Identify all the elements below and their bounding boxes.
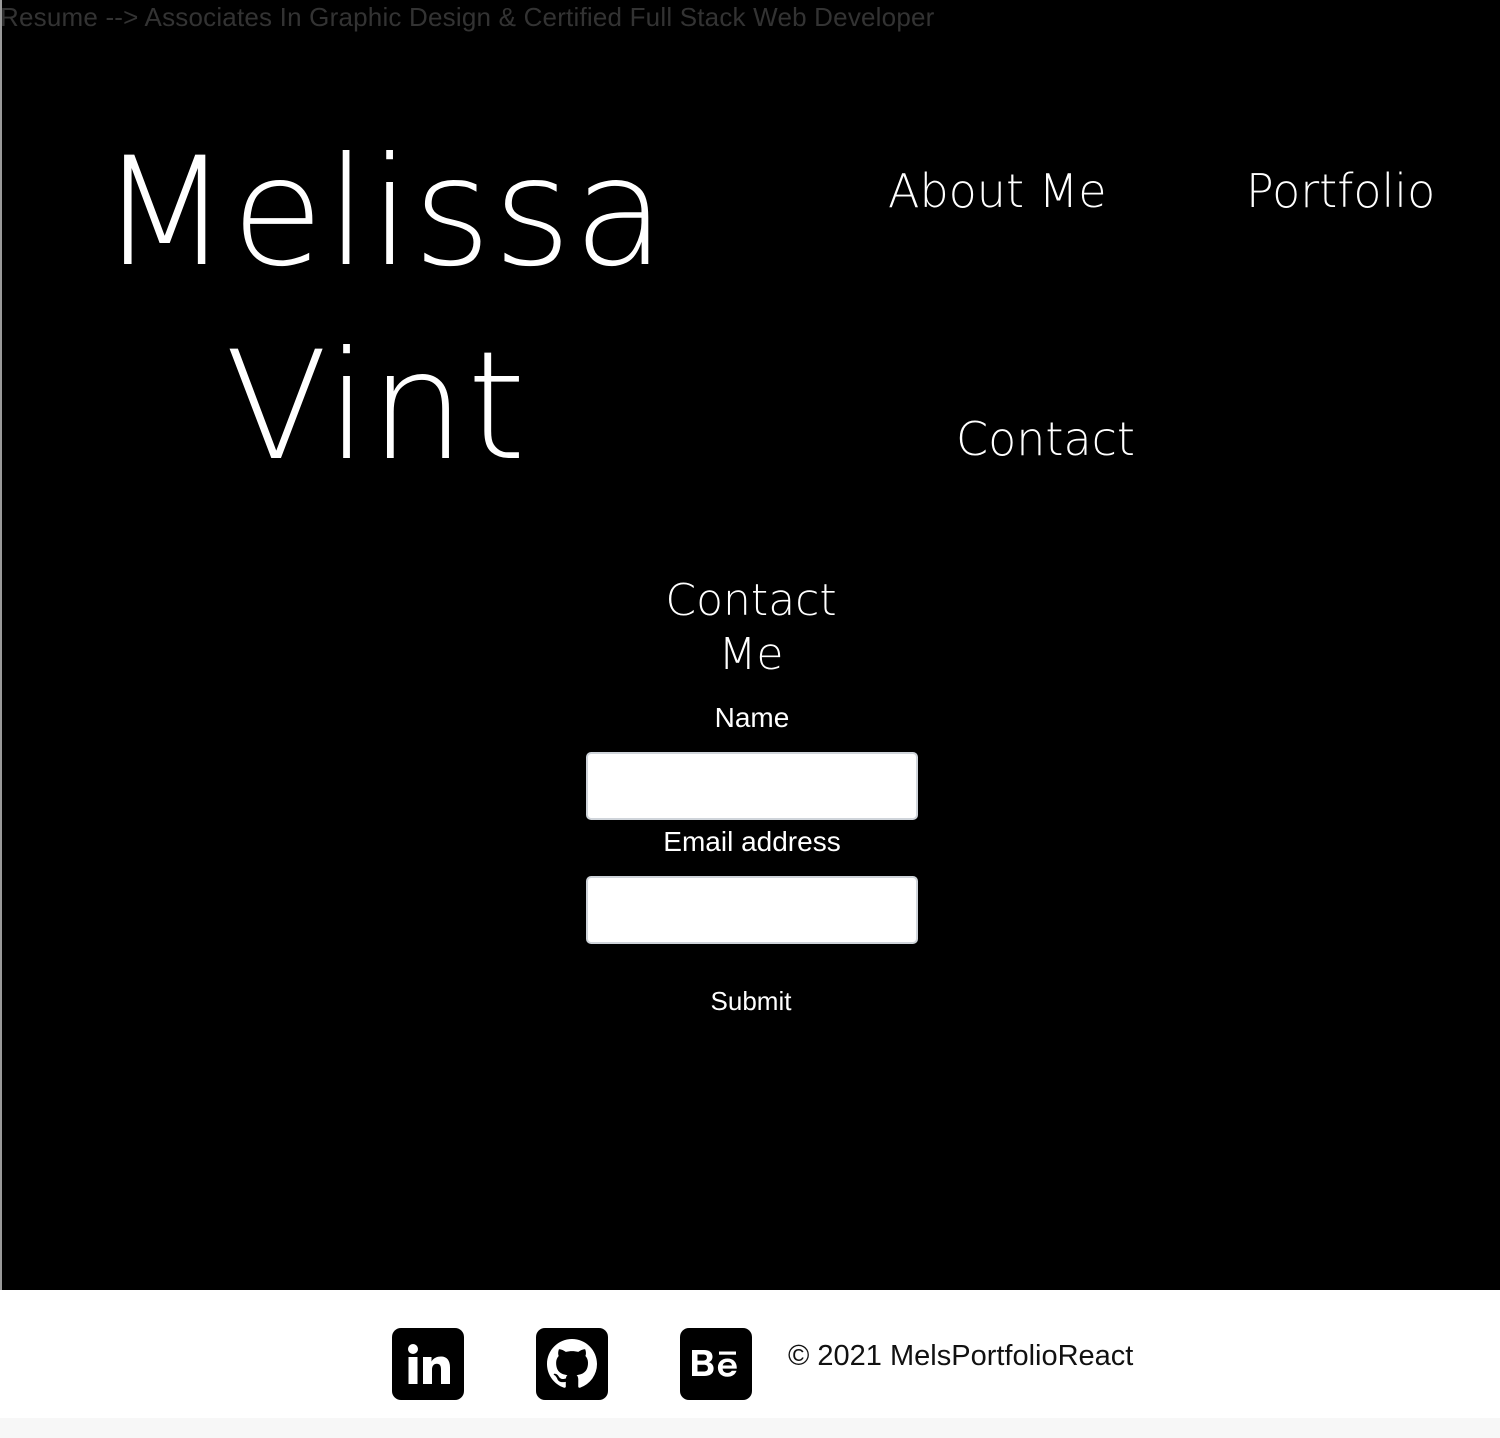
name-input[interactable] [586,752,918,820]
hero-first-name: Melissa [100,126,668,300]
hero-last-name: Vint [225,320,528,494]
nav-link-contact[interactable]: Contact [956,416,1135,462]
contact-title-line1: Contact [665,575,837,626]
email-label: Email address [663,826,841,857]
email-input[interactable] [586,876,918,944]
linkedin-icon[interactable] [392,1328,464,1400]
behance-icon[interactable] [680,1328,752,1400]
footer-bottom-strip [0,1418,1500,1438]
name-label: Name [714,702,790,733]
nav-link-about[interactable]: About Me [888,168,1107,214]
behance-glyph [692,1350,737,1377]
resume-link[interactable]: Resume --> Associates In Graphic Design … [0,2,935,33]
nav-link-portfolio[interactable]: Portfolio [1246,168,1435,214]
linkedin-glyph [408,1344,450,1384]
contact-form-title: Contact Me [626,574,876,682]
github-glyph [547,1339,597,1388]
github-icon[interactable] [536,1328,608,1400]
copyright-text: © 2021 MelsPortfolioReact [788,1340,1134,1372]
contact-title-line2: Me [718,629,784,680]
submit-button[interactable]: Submit [686,978,816,1024]
